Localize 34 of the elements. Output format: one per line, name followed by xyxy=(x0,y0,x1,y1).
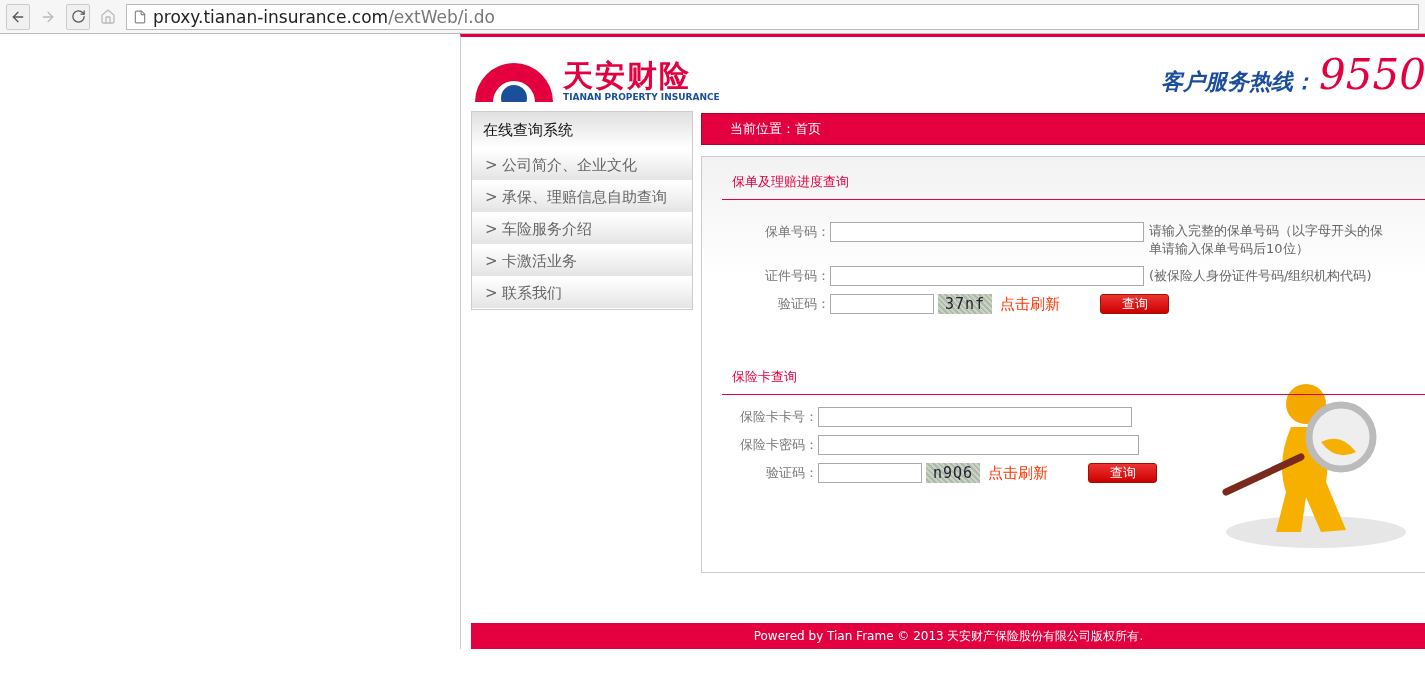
hotline-label: 客户服务热线： xyxy=(1161,67,1316,96)
field-label: 证件号码： xyxy=(764,267,830,286)
page-icon xyxy=(133,9,147,24)
section-title: 保单及理赔进度查询 xyxy=(722,169,1425,201)
home-icon xyxy=(100,8,116,25)
back-button[interactable] xyxy=(6,3,30,30)
input-field[interactable] xyxy=(830,266,1144,287)
field-label: 验证码： xyxy=(765,464,818,483)
breadcrumb-bar: 当前位置：首页 xyxy=(701,113,1425,146)
hint-text: 请输入完整的保单号码（以字母开头的保单请输入保单号码后10位） xyxy=(1149,222,1384,259)
field-label: 保单号码： xyxy=(764,223,830,242)
input-field[interactable] xyxy=(830,222,1144,243)
hotline-number: 9550 xyxy=(1319,49,1425,99)
reload-button[interactable] xyxy=(66,3,90,30)
footer-bar: Powered by Tian Frame © 2013 天安财产保险股份有限公司版权所有. xyxy=(471,623,1425,649)
query-button[interactable]: 查询 xyxy=(1100,294,1169,315)
brand-subtitle: TIANAN PROPERTY INSURANCE xyxy=(563,92,720,103)
captcha-field[interactable] xyxy=(818,463,922,484)
hint-text: (被保险人身份证件号码/组织机构代码) xyxy=(1149,267,1372,286)
input-field[interactable] xyxy=(818,407,1132,428)
captcha-image: 37nf xyxy=(938,294,992,315)
address-bar[interactable]: proxy.tianan-insurance.com/extWeb/i.do xyxy=(126,3,1419,30)
reload-icon xyxy=(70,9,86,24)
brand-name: 天安财险 xyxy=(563,59,691,93)
input-field[interactable] xyxy=(818,435,1139,456)
field-label: 验证码： xyxy=(777,295,830,314)
captcha-image: n9Q6 xyxy=(926,463,980,484)
captcha-field[interactable] xyxy=(830,294,934,315)
refresh-link[interactable]: 点击刷新 xyxy=(1000,294,1060,315)
refresh-link[interactable]: 点击刷新 xyxy=(988,463,1048,484)
field-label: 保险卡密码： xyxy=(739,436,818,455)
url-text: proxy.tianan-insurance.com/extWeb/i.do xyxy=(153,6,495,27)
query-button[interactable]: 查询 xyxy=(1088,463,1157,484)
field-label: 保险卡卡号： xyxy=(739,408,818,427)
